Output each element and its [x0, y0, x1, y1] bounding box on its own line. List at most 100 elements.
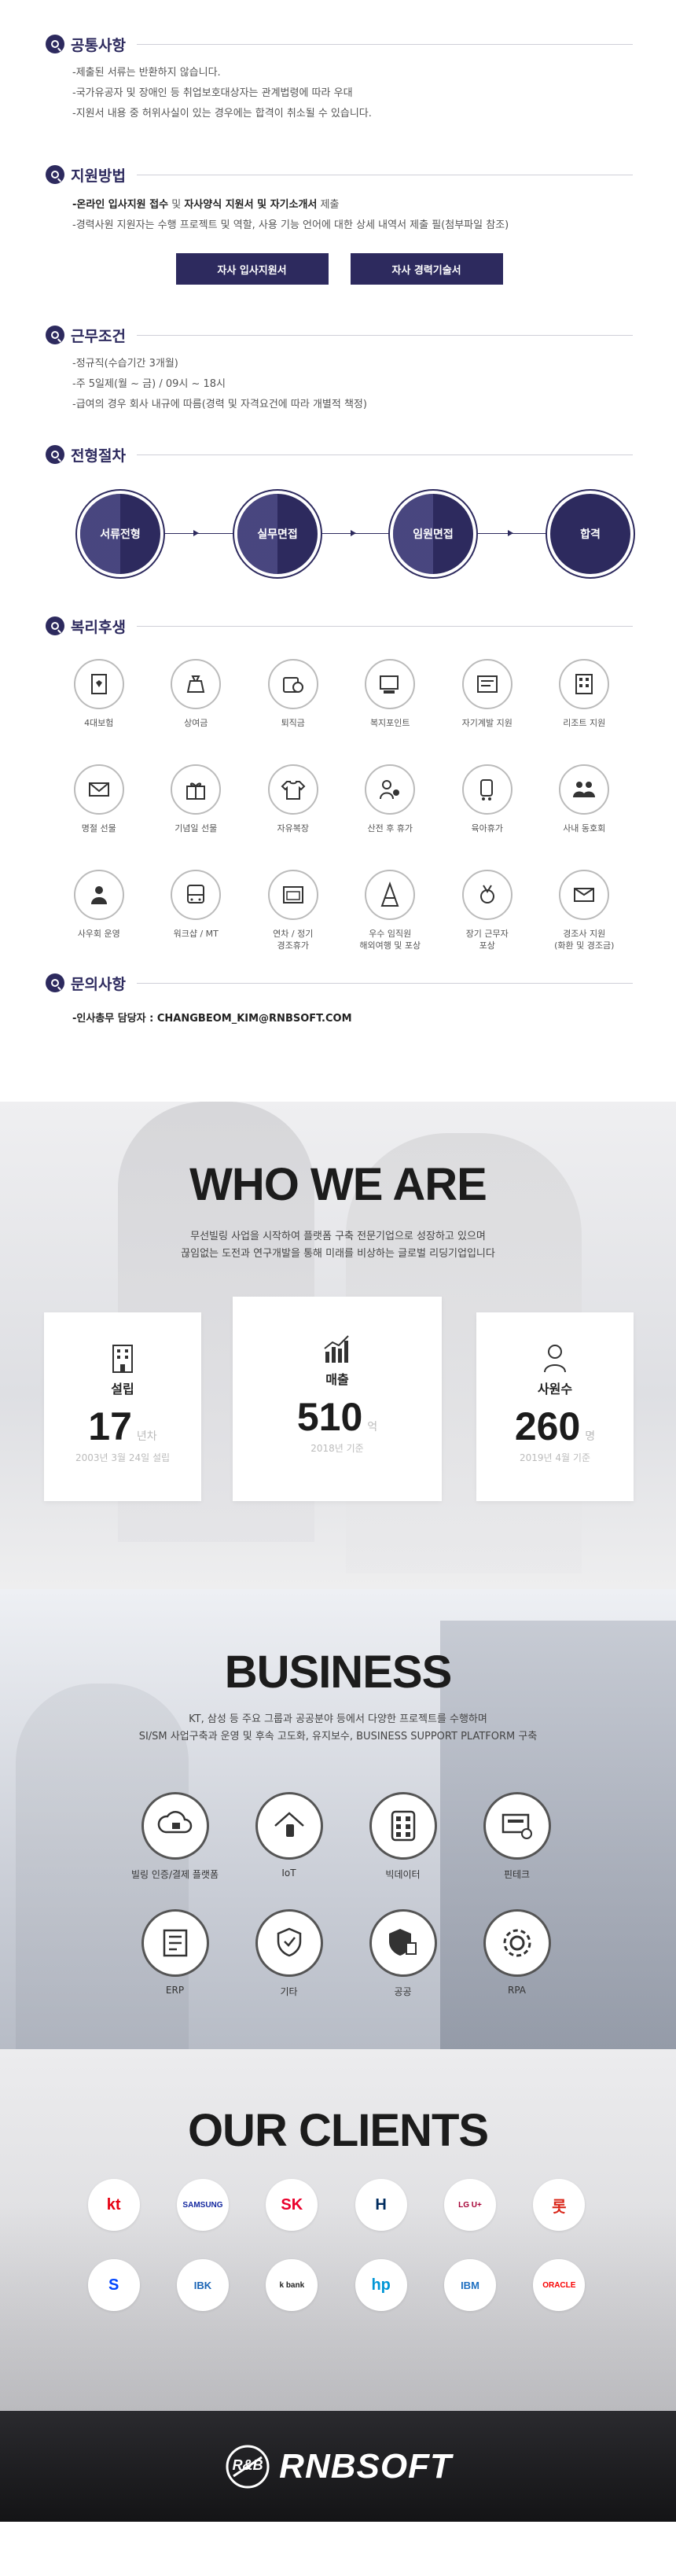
- value-unit: 명: [585, 1430, 596, 1442]
- section-title: 복리후생: [71, 618, 126, 636]
- card-sub: 2019년 4월 기준: [520, 1452, 590, 1463]
- client-logo-text: hp: [371, 2276, 391, 2294]
- benefit-item: 워크샵 / MT: [148, 870, 245, 951]
- client-logo-samsung: SAMSUNG: [158, 2179, 247, 2231]
- section-title: 근무조건: [71, 327, 126, 345]
- client-logo-text: IBK: [193, 2279, 212, 2291]
- notice-item: -국가유공자 및 장애인 등 취업보호대상자는 관계법령에 따라 우대: [72, 87, 353, 99]
- step-label: 합격: [580, 528, 601, 541]
- benefit-label: 자기계발 지원: [461, 718, 513, 728]
- apply-method-line: -온라인 입사지원 접수 및 자사양식 지원서 및 자기소개서 제출: [46, 195, 633, 215]
- benefit-item: 산전 후 휴가: [342, 764, 439, 846]
- client-logo-hyundai: H: [336, 2179, 425, 2231]
- hyundai-logo-icon: H: [355, 2179, 407, 2231]
- business-item: 공공: [346, 1909, 460, 1998]
- benefit-label: 산전 후 휴가: [367, 823, 413, 834]
- business-label: 핀테크: [503, 1869, 531, 1880]
- terms-item: -주 5일제(월 ~ 금) / 09시 ~ 18시: [72, 378, 226, 390]
- client-logo-oracle: ORACLE: [515, 2259, 604, 2311]
- benefit-label: 복지포인트: [369, 718, 410, 728]
- client-logos: kt SAMSUNG SK H LG U+ 롯 S IBK k bank hp IBM ORACLE: [69, 2179, 604, 2311]
- apply-form-text: 자사양식 지원서 및 자기소개서: [184, 199, 318, 211]
- business-label: RPA: [507, 1985, 526, 1996]
- benefit-label: 자유복장: [277, 823, 309, 834]
- client-logo-lotte: 롯: [515, 2179, 604, 2231]
- value-number: 17: [88, 1404, 132, 1448]
- value-number: 510: [296, 1395, 363, 1439]
- client-logo-text: SK: [281, 2195, 303, 2214]
- benefit-item: 복지포인트: [342, 659, 439, 741]
- notice-item: -제출된 서류는 반환하지 않습니다.: [72, 67, 221, 79]
- notice-section: 공통사항 -제출된 서류는 반환하지 않습니다. -국가유공자 및 장애인 등 …: [0, 0, 676, 124]
- bar-chart-icon: [233, 1333, 442, 1364]
- client-logo-hp: hp: [336, 2259, 425, 2311]
- eiffel-icon: [365, 870, 416, 920]
- apply-career-note: -경력사원 지원자는 수행 프로젝트 및 역할, 사용 기능 언어에 대한 상세…: [72, 219, 509, 231]
- person-icon: [476, 1342, 634, 1374]
- coins-icon: [267, 659, 318, 709]
- client-logo-shinhan: S: [69, 2259, 158, 2311]
- business-label: ERP: [165, 1985, 185, 1996]
- samsung-logo-icon: SAMSUNG: [176, 2179, 229, 2231]
- application-form-button[interactable]: 자사 입사지원서: [175, 253, 329, 285]
- process-steps: 서류전형 실무면접 임원면접 합격: [46, 491, 634, 577]
- database-icon: [369, 1792, 437, 1860]
- client-logo-lgu: LG U+: [425, 2179, 514, 2231]
- card-value: 17 년차: [44, 1404, 201, 1449]
- divider: [136, 334, 633, 336]
- founded-card: 설립 17 년차 2003년 3월 24일 설립: [44, 1312, 201, 1501]
- contact-section: 문의사항 -인사총무 담당자 : CHANGBEOM_KIM@RNBSOFT.C…: [0, 967, 676, 1025]
- value-unit: 년차: [136, 1430, 157, 1442]
- benefit-item: 사우회 운영: [50, 870, 148, 951]
- card-title: 사원수: [537, 1382, 573, 1397]
- business-item: IoT: [232, 1792, 346, 1881]
- magnifier-bullet-icon: [46, 973, 64, 992]
- business-item: ERP: [118, 1909, 232, 1998]
- clients-section: OUR CLIENTS kt SAMSUNG SK H LG U+ 롯 S IBK k bank…: [0, 2049, 676, 2411]
- rnb-logo-icon: R&B: [224, 2443, 271, 2490]
- benefit-item: 상여금: [148, 659, 245, 741]
- lotte-logo-icon: 롯: [533, 2179, 586, 2231]
- benefit-item: 명절 선물: [50, 764, 148, 846]
- revenue-card: 매출 510 억 2018년 기준: [233, 1297, 442, 1501]
- benefit-item: 4대보험: [50, 659, 148, 741]
- who-we-are-section: WHO WE ARE 무선빌링 사업을 시작하여 플랫폼 구축 전문기업으로 성…: [0, 1102, 676, 1589]
- who-title: WHO WE ARE: [189, 1159, 487, 1210]
- business-title: BUSINESS: [224, 1647, 453, 1698]
- client-logo-kt: kt: [69, 2179, 158, 2231]
- business-label: 빅데이터: [385, 1869, 421, 1880]
- kbank-logo-icon: k bank: [266, 2259, 318, 2311]
- client-logo-text: ORACLE: [542, 2280, 576, 2290]
- step-label: 서류전형: [100, 528, 141, 541]
- arrow-icon: [508, 530, 513, 536]
- who-desc-1: 무선빌링 사업을 시작하여 플랫폼 구축 전문기업으로 성장하고 있으며: [190, 1231, 486, 1242]
- client-logo-sk: SK: [248, 2179, 336, 2231]
- benefit-item: 우수 임직원 해외여행 및 포상: [342, 870, 439, 951]
- step-document: 서류전형: [77, 491, 163, 577]
- benefits-section: 복리후생 4대보험 상여금 퇴직금 복지포인트 자기계발 지원 리조트 지원 명절 선물 기념…: [0, 610, 676, 951]
- benefit-label: 경조사 지원 (화환 및 경조금): [554, 929, 615, 951]
- magnifier-bullet-icon: [46, 35, 64, 53]
- contact-email: -인사총무 담당자 : CHANGBEOM_KIM@RNBSOFT.COM: [72, 1013, 352, 1025]
- smart-home-icon: [255, 1792, 323, 1860]
- apply-online-text: -온라인 입사지원 접수: [72, 199, 169, 211]
- business-label: IoT: [281, 1868, 296, 1879]
- business-item: RPA: [460, 1909, 574, 1998]
- benefit-label: 워크샵 / MT: [173, 929, 219, 939]
- benefit-label: 사내 동호회: [563, 823, 606, 834]
- client-logo-text: LG U+: [458, 2200, 482, 2210]
- who-desc-2: 끊임없는 도전과 연구개발을 통해 미래를 비상하는 글로벌 리딩기업입니다: [181, 1248, 495, 1260]
- magnifier-bullet-icon: [46, 326, 64, 344]
- section-title: 문의사항: [71, 975, 126, 993]
- terms-item: -정규직(수습기간 3개월): [72, 358, 178, 370]
- career-description-button[interactable]: 자사 경력기술서: [350, 253, 503, 285]
- client-logo-ibk: IBK: [158, 2259, 247, 2311]
- benefit-item: 리조트 지원: [536, 659, 634, 741]
- shield-devices-icon: [255, 1909, 323, 1977]
- business-label: 기타: [280, 1986, 298, 1997]
- divider: [136, 625, 633, 627]
- benefit-item: 퇴직금: [244, 659, 342, 741]
- step-label: 임원면접: [413, 528, 454, 541]
- business-desc-1: KT, 삼성 등 주요 그룹과 공공분야 등에서 다양한 프로젝트를 수행하며: [189, 1713, 487, 1725]
- stats-cards: 설립 17 년차 2003년 3월 24일 설립 매출 510 억 2018년 기준…: [44, 1297, 634, 1517]
